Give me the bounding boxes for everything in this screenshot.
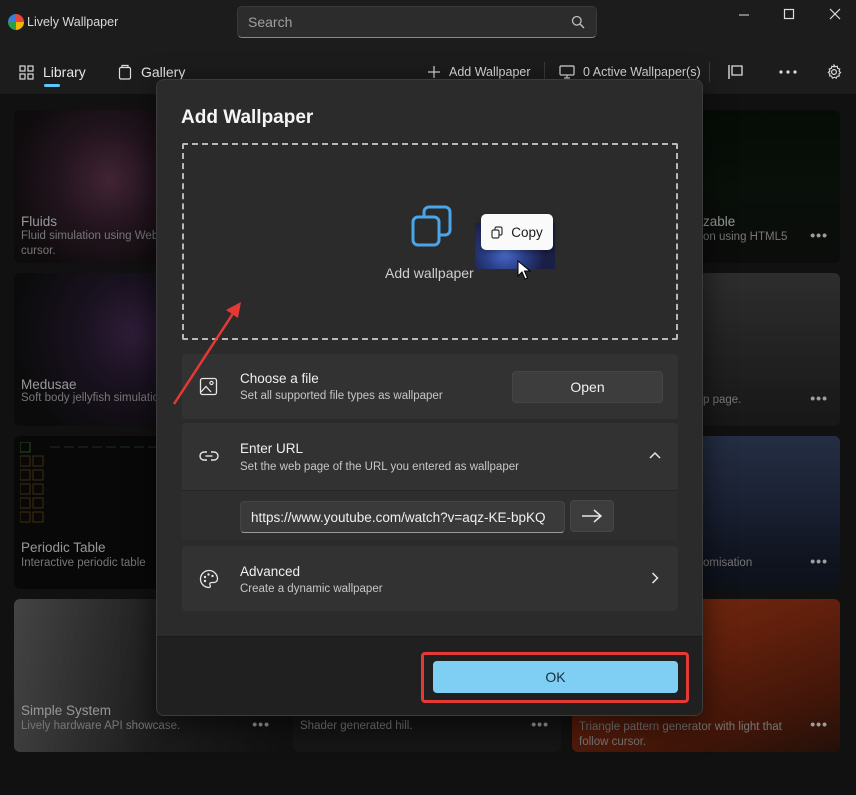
palette-icon	[199, 569, 219, 589]
copy-icon	[491, 225, 503, 239]
dialog-title: Add Wallpaper	[181, 107, 314, 128]
drop-zone-label: Add wallpaper	[385, 265, 474, 281]
library-icon	[19, 64, 34, 80]
add-wallpaper-dialog: Add Wallpaper Add wallpaper Copy Choose …	[156, 79, 703, 716]
advanced-title: Advanced	[240, 564, 301, 579]
gear-icon	[827, 64, 842, 79]
add-wallpaper-label: Add Wallpaper	[449, 65, 531, 79]
copy-tooltip-label: Copy	[511, 224, 543, 240]
choose-file-subtitle: Set all supported file types as wallpape…	[240, 390, 443, 402]
image-icon	[199, 377, 218, 396]
control-panel-button[interactable]	[724, 60, 748, 84]
tab-gallery-label: Gallery	[141, 64, 186, 80]
enter-url-subtitle: Set the web page of the URL you entered …	[240, 461, 519, 473]
link-icon	[199, 451, 219, 461]
advanced-subtitle: Create a dynamic wallpaper	[240, 583, 383, 595]
advanced-row[interactable]: Advanced Create a dynamic wallpaper	[182, 546, 678, 611]
flag-icon	[728, 65, 743, 79]
title-bar: Lively Wallpaper	[0, 0, 856, 44]
gallery-icon	[118, 64, 132, 80]
choose-file-row: Choose a file Set all supported file typ…	[182, 354, 678, 419]
nav-divider	[709, 62, 710, 82]
url-input-row	[182, 490, 678, 540]
app-title: Lively Wallpaper	[27, 15, 119, 29]
minimize-button[interactable]	[729, 4, 759, 26]
arrow-right-icon	[582, 509, 603, 523]
close-button[interactable]	[820, 4, 850, 26]
url-input[interactable]	[240, 501, 565, 533]
more-icon	[779, 70, 797, 74]
tab-library-label: Library	[43, 64, 86, 80]
maximize-button[interactable]	[774, 4, 804, 26]
more-options-button[interactable]	[776, 60, 800, 84]
chevron-up-icon[interactable]	[649, 451, 661, 459]
enter-url-row[interactable]: Enter URL Set the web page of the URL yo…	[182, 423, 678, 490]
monitor-icon	[559, 65, 575, 79]
mouse-cursor-icon	[517, 260, 531, 280]
tab-active-indicator	[44, 84, 60, 87]
chevron-right-icon	[651, 572, 659, 584]
submit-url-button[interactable]	[570, 500, 614, 532]
tab-library[interactable]: Library	[19, 62, 86, 82]
drop-zone[interactable]: Add wallpaper Copy	[182, 143, 678, 340]
settings-button[interactable]	[822, 60, 846, 84]
choose-file-title: Choose a file	[240, 371, 319, 386]
ok-button-highlight	[421, 652, 689, 703]
search-input[interactable]	[238, 7, 568, 37]
active-wallpapers-label: 0 Active Wallpaper(s)	[583, 65, 701, 79]
copy-files-icon	[411, 205, 452, 247]
app-logo	[8, 14, 24, 30]
search-icon[interactable]	[571, 15, 585, 29]
open-file-button[interactable]: Open	[512, 371, 663, 403]
copy-tooltip: Copy	[481, 214, 553, 250]
search-box[interactable]	[237, 6, 597, 38]
plus-icon	[428, 66, 440, 78]
enter-url-title: Enter URL	[240, 441, 304, 456]
